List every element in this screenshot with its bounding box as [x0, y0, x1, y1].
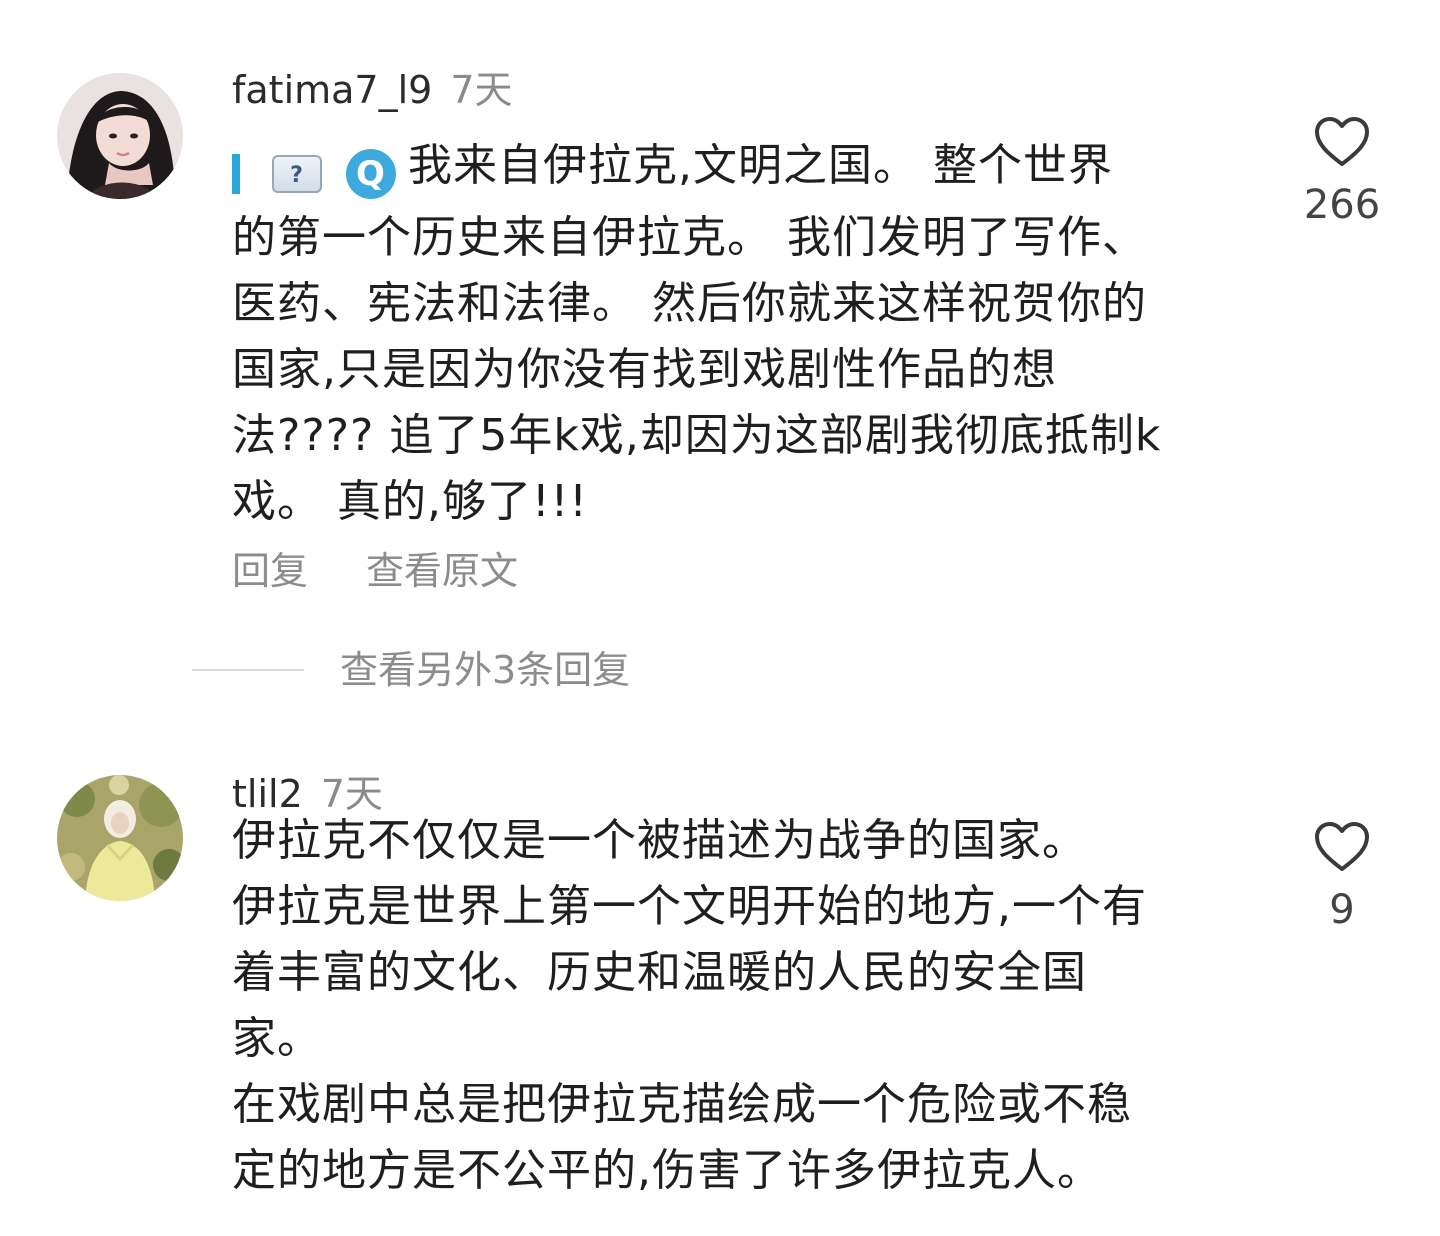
comment-actions: 回复 查看原文 [232, 544, 518, 598]
view-more-replies-link[interactable]: 查看另外3条回复 [340, 640, 630, 700]
heart-icon[interactable] [1314, 116, 1370, 168]
comment-line: 医药、宪法和法律。 然后你就来这样祝贺你的 [232, 278, 1147, 329]
avatar-image [57, 775, 183, 901]
comment-meta: fatima7_l9 7天 [232, 68, 513, 112]
comment-line: 伊拉克不仅仅是一个被描述为战争的国家。 [232, 815, 1087, 866]
view-original-button[interactable]: 查看原文 [366, 549, 518, 593]
reply-button[interactable]: 回复 [232, 549, 308, 593]
timestamp: 7天 [450, 68, 513, 112]
comment-line: 在戏剧中总是把伊拉克描绘成一个危险或不稳 [232, 1079, 1132, 1130]
like-control: 266 [1290, 116, 1394, 228]
bar-emoji-icon [232, 154, 240, 194]
avatar[interactable] [57, 775, 183, 901]
comment-line: 戏。 真的,够了!!! [232, 476, 588, 527]
avatar[interactable] [57, 73, 183, 199]
comment-item: tlil2 7天 伊拉克不仅仅是一个被描述为战争的国家。 伊拉克是世界上第一个文明… [0, 745, 1440, 1236]
like-count: 9 [1329, 887, 1355, 933]
comment-line: 法???? 追了5年k戏,却因为这部剧我彻底抵制k [232, 410, 1162, 461]
comment-line-text: 我来自伊拉克,文明之国。 整个世界 [408, 140, 1113, 191]
divider-line [192, 669, 304, 671]
comment-line: 国家,只是因为你没有找到戏剧性作品的想 [232, 344, 1057, 395]
comment-line: 定的地方是不公平的,伤害了许多伊拉克人。 [232, 1145, 1102, 1196]
like-count: 266 [1303, 182, 1381, 228]
comment-line: 着丰富的文化、历史和温暖的人民的安全国 [232, 947, 1087, 998]
comment-line: 伊拉克是世界上第一个文明开始的地方,一个有 [232, 881, 1147, 932]
avatar-image [57, 73, 183, 199]
comment-item: fatima7_l9 7天 ? Q 我来自伊拉克,文明之国。 整个世界 的第一个历史来… [0, 0, 1440, 720]
comment-text: 伊拉克不仅仅是一个被描述为战争的国家。 伊拉克是世界上第一个文明开始的地方,一个… [232, 808, 1242, 1204]
emoji-group: ? Q [232, 139, 402, 205]
like-control: 9 [1290, 821, 1394, 933]
q-emoji-icon: Q [346, 149, 396, 199]
comments-page: fatima7_l9 7天 ? Q 我来自伊拉克,文明之国。 整个世界 的第一个历史来… [0, 0, 1440, 1236]
flag-emoji-icon: ? [272, 155, 322, 193]
username[interactable]: fatima7_l9 [232, 68, 432, 112]
comment-line: 的第一个历史来自伊拉克。 我们发明了写作、 [232, 212, 1147, 263]
heart-icon[interactable] [1314, 821, 1370, 873]
comment-line: 家。 [232, 1013, 322, 1064]
comment-line: ? Q 我来自伊拉克,文明之国。 整个世界 [232, 133, 1242, 205]
comment-text: ? Q 我来自伊拉克,文明之国。 整个世界 的第一个历史来自伊拉克。 我们发明了写作… [232, 133, 1242, 535]
